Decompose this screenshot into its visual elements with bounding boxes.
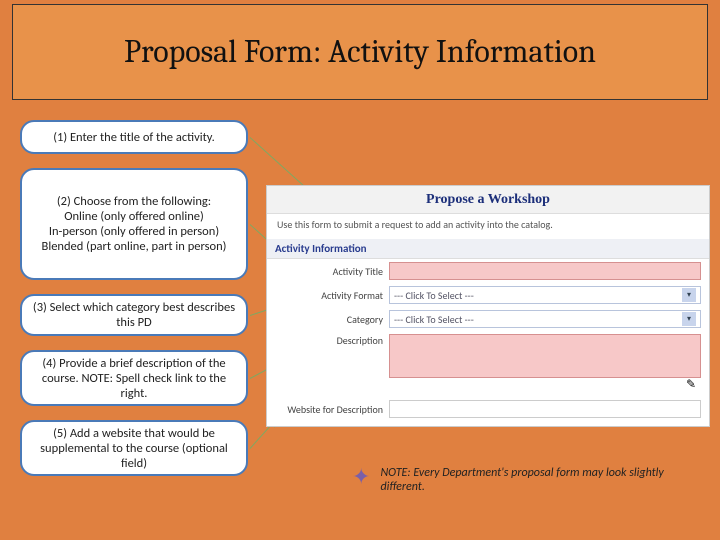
select-category-value: --- Click To Select --- (394, 313, 474, 326)
input-website[interactable] (389, 400, 701, 418)
spellcheck-icon[interactable]: ✎ (686, 377, 702, 391)
callout-1-text: (1) Enter the title of the activity. (53, 130, 215, 145)
callout-4-text: (4) Provide a brief description of the c… (32, 356, 236, 401)
row-activity-format: Activity Format --- Click To Select --- … (267, 283, 709, 307)
star-icon: ✦ (352, 466, 370, 488)
footnote: ✦ NOTE: Every Department's proposal form… (352, 466, 692, 494)
form-subtext: Use this form to submit a request to add… (267, 214, 709, 239)
label-activity-format: Activity Format (275, 289, 383, 302)
callout-3-text: (3) Select which category best describes… (32, 300, 236, 330)
footnote-text: NOTE: Every Department's proposal form m… (380, 466, 692, 494)
label-activity-title: Activity Title (275, 265, 383, 278)
callout-1: (1) Enter the title of the activity. (20, 120, 248, 154)
callout-2-text: (2) Choose from the following: Online (o… (42, 194, 227, 254)
callout-2: (2) Choose from the following: Online (o… (20, 168, 248, 280)
callout-4: (4) Provide a brief description of the c… (20, 350, 248, 406)
page-title: Proposal Form: Activity Information (124, 34, 596, 71)
form-header: Propose a Workshop (267, 186, 709, 214)
chevron-down-icon: ▾ (682, 288, 696, 302)
row-category: Category --- Click To Select --- ▾ (267, 307, 709, 331)
row-description: Description ✎ (267, 331, 709, 381)
callout-5-text: (5) Add a website that would be suppleme… (32, 426, 236, 471)
select-activity-format[interactable]: --- Click To Select --- ▾ (389, 286, 701, 304)
select-category[interactable]: --- Click To Select --- ▾ (389, 310, 701, 328)
form-screenshot: Propose a Workshop Use this form to subm… (266, 185, 710, 427)
row-website: Website for Description (267, 397, 709, 421)
chevron-down-icon: ▾ (682, 312, 696, 326)
row-activity-title: Activity Title (267, 259, 709, 283)
title-banner: Proposal Form: Activity Information (12, 4, 708, 100)
input-activity-title[interactable] (389, 262, 701, 280)
form-section-heading: Activity Information (267, 239, 709, 259)
textarea-description[interactable]: ✎ (389, 334, 701, 378)
callout-5: (5) Add a website that would be suppleme… (20, 420, 248, 476)
callout-3: (3) Select which category best describes… (20, 294, 248, 336)
label-website: Website for Description (275, 403, 383, 416)
label-description: Description (275, 334, 383, 347)
label-category: Category (275, 313, 383, 326)
select-format-value: --- Click To Select --- (394, 289, 474, 302)
